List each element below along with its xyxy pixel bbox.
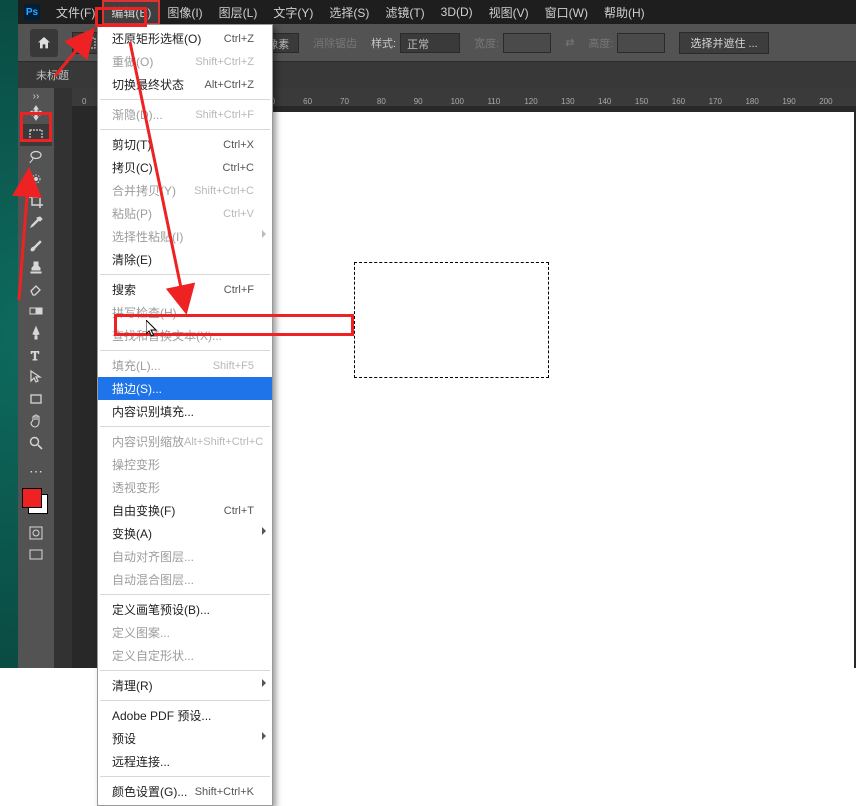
mi-presets[interactable]: 预设 xyxy=(98,727,272,750)
annotation-arrows xyxy=(0,0,856,668)
cursor-icon xyxy=(146,320,160,338)
submenu-arrow-icon xyxy=(262,679,266,687)
submenu-arrow-icon xyxy=(262,732,266,740)
separator xyxy=(100,700,270,701)
separator xyxy=(100,670,270,671)
mi-purge[interactable]: 清理(R) xyxy=(98,674,272,697)
mi-pdf-preset[interactable]: Adobe PDF 预设... xyxy=(98,704,272,727)
separator xyxy=(100,776,270,777)
mi-remote[interactable]: 远程连接... xyxy=(98,750,272,773)
mi-color-set[interactable]: 颜色设置(G)...Shift+Ctrl+K xyxy=(98,780,272,803)
